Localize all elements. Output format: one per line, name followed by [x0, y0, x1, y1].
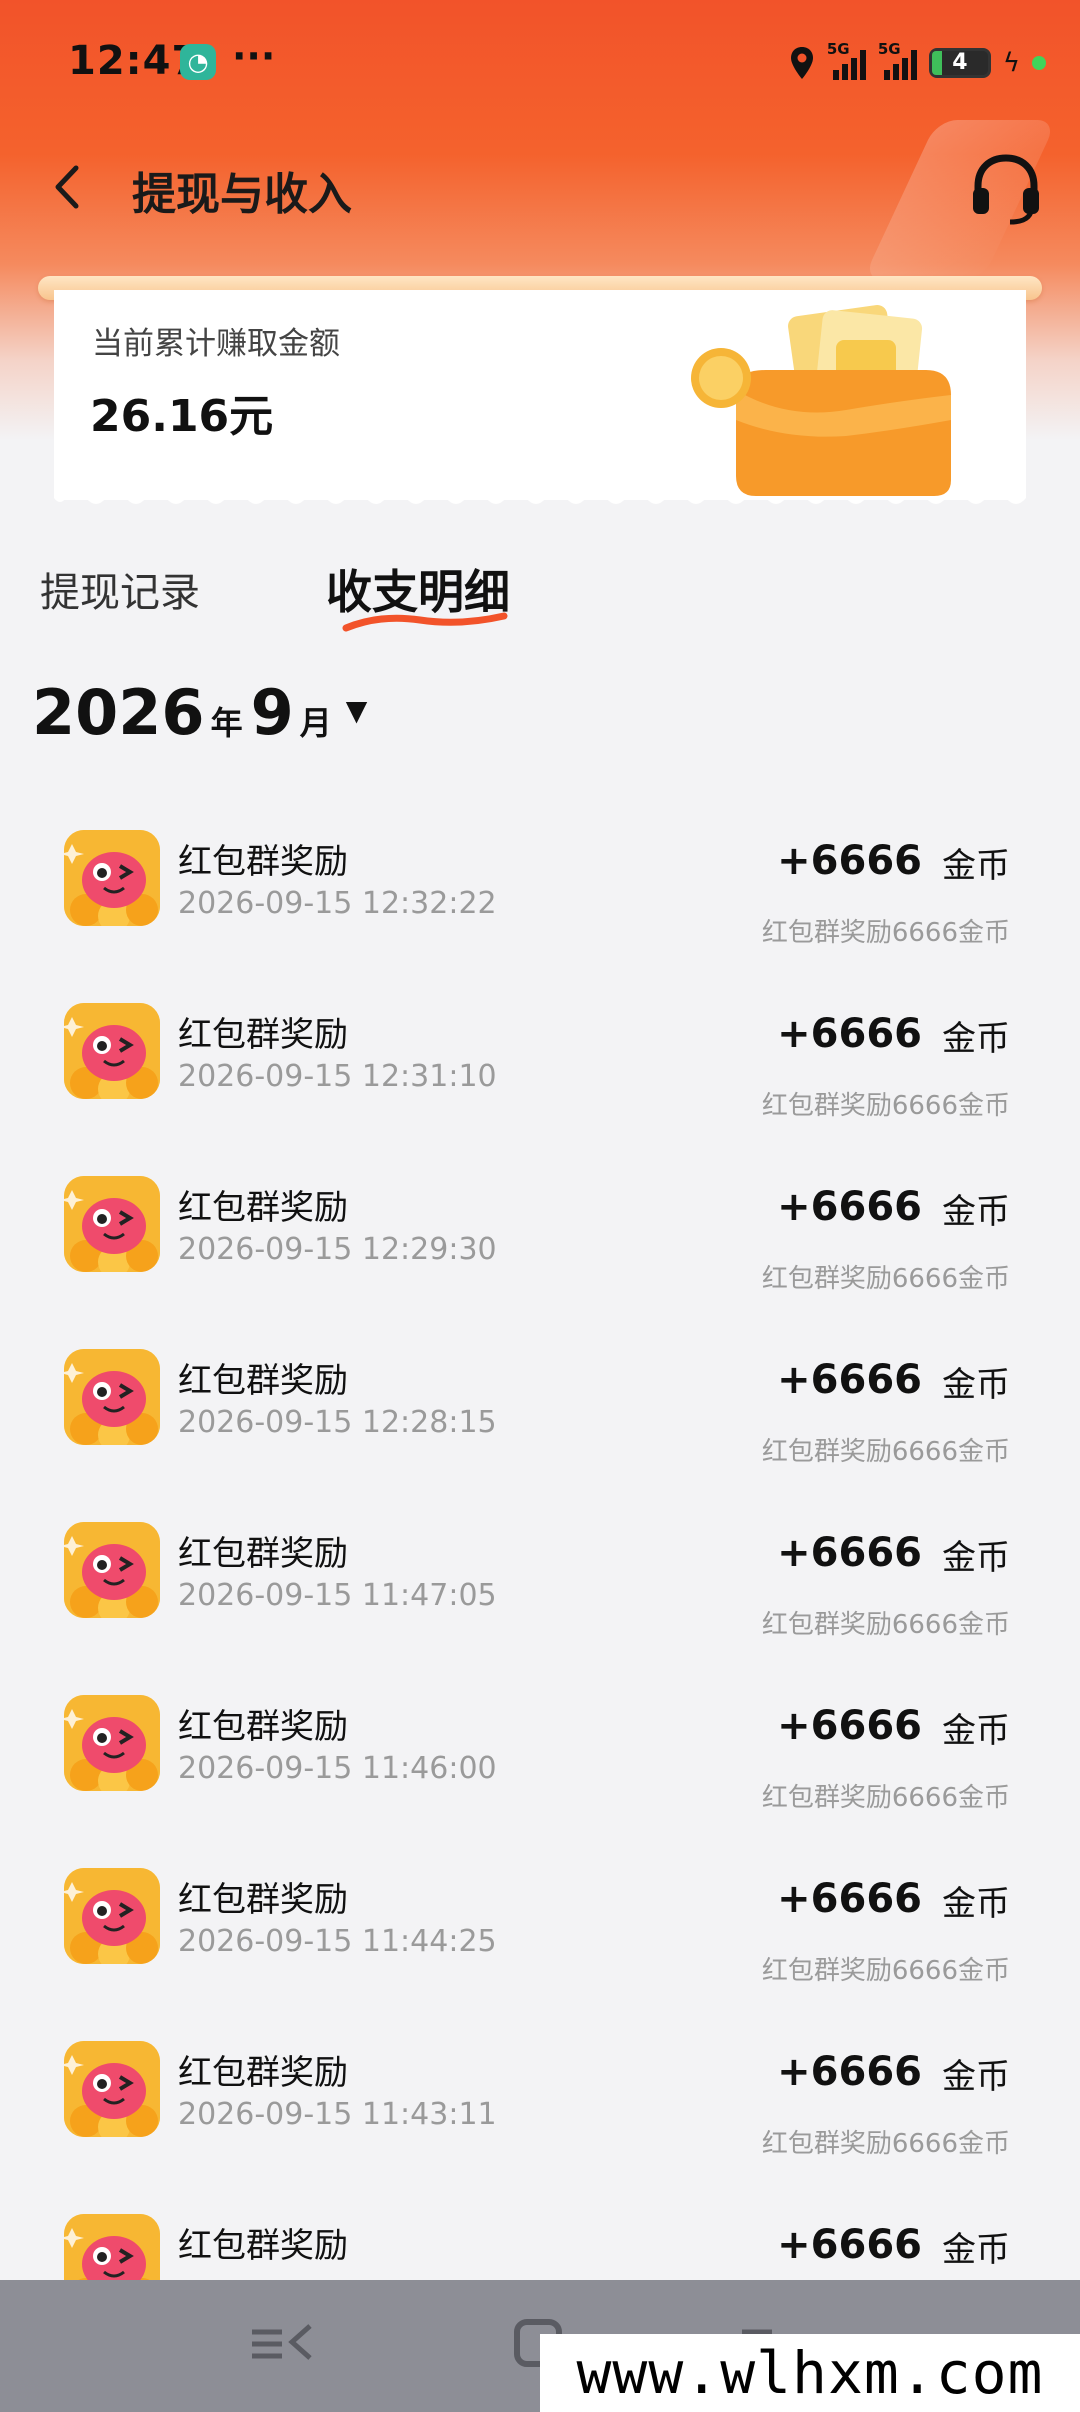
network-type-label: 5G: [877, 40, 901, 58]
selected-year: 2026: [32, 676, 205, 749]
transaction-title: 红包群奖励: [178, 842, 348, 882]
red-packet-group-icon: [64, 1003, 160, 1099]
transaction-note: 红包群奖励6666金币: [761, 1437, 1010, 1467]
more-notifications-icon: ···: [232, 34, 276, 78]
signal-icon: 5G: [878, 40, 917, 80]
transaction-row[interactable]: 红包群奖励 2026-09-15 12:32:22 +6666 金币红包群奖励6666…: [0, 800, 1080, 973]
transaction-unit: 金币: [942, 1538, 1010, 1578]
month-unit: 月: [299, 704, 332, 742]
transaction-time: 2026-09-15 12:28:15: [178, 1405, 497, 1440]
transaction-unit: 金币: [942, 846, 1010, 886]
transaction-title: 红包群奖励: [178, 1015, 348, 1055]
red-packet-group-icon: [64, 1695, 160, 1791]
transaction-time: 2026-09-15 12:32:22: [178, 886, 497, 921]
transaction-amount: +6666: [777, 838, 922, 884]
privacy-indicator-icon: [1032, 56, 1046, 70]
transaction-time: 2026-09-15 11:43:11: [178, 2097, 497, 2132]
transaction-note: 红包群奖励6666金币: [761, 1956, 1010, 1986]
transaction-note: 红包群奖励6666金币: [761, 1264, 1010, 1294]
transaction-unit: 金币: [942, 1192, 1010, 1232]
transaction-amount: +6666: [777, 1011, 922, 1057]
transaction-amount: +6666: [777, 1184, 922, 1230]
transaction-amount: +6666: [777, 1530, 922, 1576]
transaction-title: 红包群奖励: [178, 1534, 348, 1574]
watermark-text: www.wlhxm.com: [540, 2334, 1080, 2412]
transaction-row[interactable]: 红包群奖励 2026-09-15 11:46:00 +6666 金币红包群奖励6666…: [0, 1665, 1080, 1838]
transaction-time: 2026-09-15 11:46:00: [178, 1751, 497, 1786]
selected-month: 9: [250, 676, 294, 749]
transaction-list: 红包群奖励 2026-09-15 12:32:22 +6666 金币 红包群奖励6666…: [0, 800, 1080, 2357]
transaction-unit: 金币: [942, 1365, 1010, 1405]
transaction-title: 红包群奖励: [178, 2226, 348, 2266]
transaction-row[interactable]: 红包群奖励 2026-09-15 12:28:15 +6666 金币红包群奖励6666…: [0, 1319, 1080, 1492]
status-indicators: 5G 5G 4 ϟ: [789, 40, 1046, 86]
transaction-note: 红包群奖励6666金币: [761, 1091, 1010, 1121]
transaction-note: 红包群奖励6666金币: [761, 1610, 1010, 1640]
transaction-amount: +6666: [777, 2222, 922, 2268]
active-tab-indicator: [342, 612, 508, 632]
battery-level: 4: [952, 50, 968, 75]
transaction-time: 2026-09-15 12:29:30: [178, 1232, 497, 1267]
transaction-title: 红包群奖励: [178, 1707, 348, 1747]
transaction-time: 2026-09-15 11:44:25: [178, 1924, 497, 1959]
status-bar: 12:47 ◔ ··· 5G 5G 4 ϟ: [0, 0, 1080, 120]
menu-back-icon[interactable]: [248, 2314, 318, 2374]
year-unit: 年: [210, 704, 243, 742]
transaction-title: 红包群奖励: [178, 1880, 348, 1920]
transaction-amount: +6666: [777, 1703, 922, 1749]
transaction-row[interactable]: 红包群奖励 2026-09-15 12:29:30 +6666 金币红包群奖励6666…: [0, 1146, 1080, 1319]
red-packet-group-icon: [64, 2041, 160, 2137]
transaction-amount: +6666: [777, 1876, 922, 1922]
transaction-unit: 金币: [942, 2230, 1010, 2270]
dropdown-caret-icon: ▼: [345, 694, 368, 727]
wallet-illustration-icon: [691, 305, 951, 496]
red-packet-group-icon: [64, 1522, 160, 1618]
transaction-unit: 金币: [942, 1711, 1010, 1751]
transaction-title: 红包群奖励: [178, 1188, 348, 1228]
transaction-unit: 金币: [942, 2057, 1010, 2097]
transaction-note: 红包群奖励6666金币: [761, 1783, 1010, 1813]
transaction-unit: 金币: [942, 1019, 1010, 1059]
transaction-amount: +6666: [777, 2049, 922, 2095]
customer-service-icon[interactable]: [968, 150, 1044, 226]
earnings-amount: 26.16元: [90, 391, 274, 442]
transaction-title: 红包群奖励: [178, 1361, 348, 1401]
red-packet-group-icon: [64, 1349, 160, 1445]
transaction-row[interactable]: 红包群奖励 2026-09-15 12:31:10 +6666 金币红包群奖励6666…: [0, 973, 1080, 1146]
tab-withdraw-records[interactable]: 提现记录: [40, 560, 200, 618]
transaction-title: 红包群奖励: [178, 2053, 348, 2093]
red-packet-group-icon: [64, 1176, 160, 1272]
transaction-row[interactable]: 红包群奖励 2026-09-15 11:44:25 +6666 金币红包群奖励6666…: [0, 1838, 1080, 2011]
transaction-time: 2026-09-15 11:47:05: [178, 1578, 497, 1613]
charging-icon: ϟ: [1002, 48, 1020, 78]
signal-icon: 5G: [827, 40, 866, 80]
red-packet-group-icon: [64, 830, 160, 926]
location-icon: [790, 47, 813, 79]
page-title: 提现与收入: [132, 169, 352, 220]
transaction-note: 红包群奖励6666金币: [761, 918, 1010, 948]
network-type-label: 5G: [826, 40, 850, 58]
transaction-time: 2026-09-15 12:31:10: [178, 1059, 497, 1094]
notification-app-icon: ◔: [180, 44, 216, 80]
transaction-row[interactable]: 红包群奖励 2026-09-15 11:43:11 +6666 金币红包群奖励6666…: [0, 2011, 1080, 2184]
month-selector[interactable]: 2026 年 9 月 ▼: [32, 676, 367, 749]
transaction-row[interactable]: 红包群奖励 2026-09-15 11:47:05 +6666 金币红包群奖励6666…: [0, 1492, 1080, 1665]
transaction-unit: 金币: [942, 1884, 1010, 1924]
transaction-note: 红包群奖励6666金币: [761, 2129, 1010, 2159]
transaction-amount: +6666: [777, 1357, 922, 1403]
back-arrow-icon[interactable]: [48, 162, 88, 212]
earnings-label: 当前累计赚取金额: [92, 326, 340, 362]
red-packet-group-icon: [64, 1868, 160, 1964]
battery-icon: 4: [928, 48, 991, 78]
